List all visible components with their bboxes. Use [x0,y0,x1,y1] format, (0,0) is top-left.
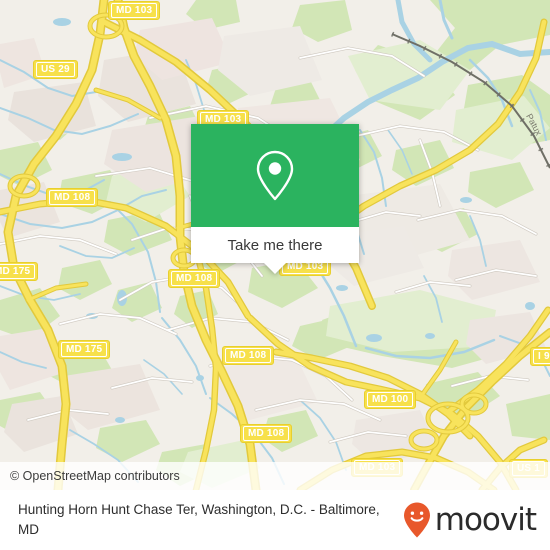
road-shield-label: MD 100 [367,392,414,407]
road-shield: I 9 [530,347,550,366]
road-shield: MD 175 [58,340,111,359]
road-shield-label: MD 108 [225,348,272,363]
road-shield-label: I 9 [533,349,550,364]
road-shield: MD 103 [108,1,161,20]
road-shield-label: MD 108 [243,426,290,441]
moovit-location-card-screenshot: MD 103US 29MD 103MD 108MD 175MD 108MD 10… [0,0,550,550]
road-shield-label: MD 108 [171,271,218,286]
location-popup-card[interactable]: Take me there [191,124,359,274]
map-attribution-bar: © OpenStreetMap contributors [0,462,550,490]
popup-pointer-tail [264,263,286,274]
footer-bar: Hunting Horn Hunt Chase Ter, Washington,… [0,490,550,550]
road-shield: MD 108 [46,188,99,207]
osm-attribution-text[interactable]: © OpenStreetMap contributors [0,469,180,483]
location-title: Hunting Horn Hunt Chase Ter, Washington,… [18,502,380,537]
take-me-there-label: Take me there [227,236,323,254]
road-shield-label: US 29 [36,62,75,77]
moovit-wordmark: moovit [434,501,537,538]
road-shield: MD 108 [168,269,221,288]
road-shield: MD 100 [364,390,417,409]
road-shield-label: MD 175 [0,264,36,279]
road-shield: MD 175 [0,262,39,281]
road-shield-label: MD 103 [111,3,158,18]
moovit-brand[interactable]: moovit [402,501,537,539]
moovit-smiley-pin-icon [403,502,430,538]
map-pin-icon [256,150,294,200]
road-shield: US 29 [33,60,78,79]
map-canvas[interactable]: MD 103US 29MD 103MD 108MD 175MD 108MD 10… [0,0,550,490]
road-shield: MD 108 [222,346,275,365]
road-shield-label: MD 175 [61,342,108,357]
road-shield: MD 108 [240,424,293,443]
popup-image-header [191,124,359,227]
popup-action-bar[interactable]: Take me there [191,227,359,274]
road-shield-label: MD 108 [49,190,96,205]
